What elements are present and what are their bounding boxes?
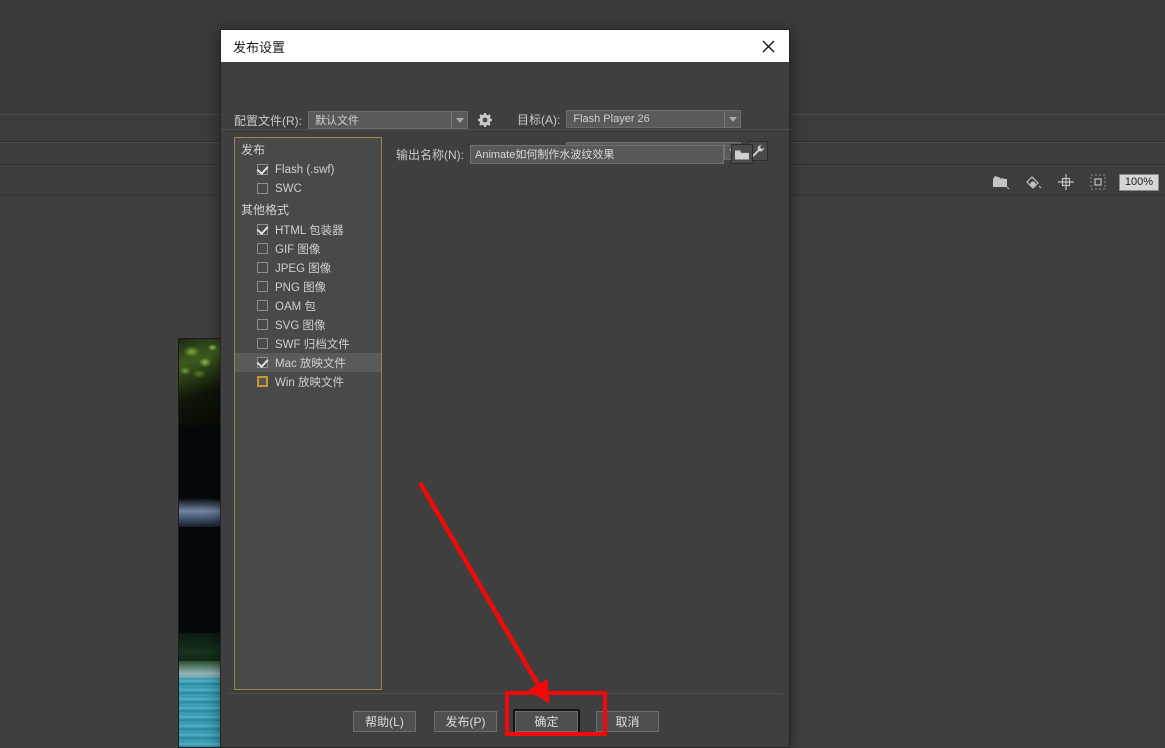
screen: 1 24.00 fps <box>0 0 1165 748</box>
dialog-top-section: 配置文件(R): 默认文件 目标(A): Flash Player 26 <box>221 62 789 124</box>
checkbox-flash-swf[interactable] <box>257 164 268 175</box>
list-item-label: Flash (.swf) <box>275 164 334 176</box>
profile-dropdown[interactable]: 默认文件 <box>308 111 468 129</box>
profile-label: 配置文件(R): <box>234 112 302 129</box>
list-item[interactable]: Win 放映文件 <box>235 372 381 391</box>
format-list-panel: 发布 Flash (.swf) SWC 其他格式 HTML 包装器 <box>234 137 382 690</box>
gear-icon[interactable] <box>475 110 495 130</box>
dialog-footer: 帮助(L) 发布(P) 确定 取消 <box>221 694 791 748</box>
help-button[interactable]: 帮助(L) <box>353 711 416 732</box>
stage-zoom-value[interactable]: 100% <box>1119 174 1159 191</box>
list-item-label: GIF 图像 <box>275 241 320 257</box>
dialog-divider <box>221 129 791 130</box>
publish-button[interactable]: 发布(P) <box>434 711 497 732</box>
list-item-label: PNG 图像 <box>275 279 326 295</box>
format-group-other: 其他格式 HTML 包装器 GIF 图像 JPEG 图像 PNG 图像 <box>235 198 381 391</box>
dialog-title: 发布设置 <box>233 37 755 56</box>
list-item-label: SWC <box>275 183 302 195</box>
list-item[interactable]: PNG 图像 <box>235 277 381 296</box>
checkbox-swc[interactable] <box>257 183 268 194</box>
list-item-label: JPEG 图像 <box>275 260 331 276</box>
profile-value: 默认文件 <box>309 112 451 128</box>
target-label: 目标(A): <box>517 111 560 128</box>
group-title-publish: 发布 <box>235 138 381 160</box>
target-dropdown[interactable]: Flash Player 26 <box>566 110 741 128</box>
artwork-shadow <box>179 425 221 645</box>
list-item[interactable]: JPEG 图像 <box>235 258 381 277</box>
chevron-down-icon[interactable] <box>451 112 467 128</box>
artwork-water-ripples <box>179 678 221 747</box>
checkbox-mac-projector[interactable] <box>257 357 268 368</box>
group-title-other: 其他格式 <box>235 198 381 220</box>
output-name-label: 输出名称(N): <box>396 146 464 163</box>
list-item[interactable]: OAM 包 <box>235 296 381 315</box>
crosshair-icon[interactable] <box>1055 172 1077 192</box>
list-item-label: SVG 图像 <box>275 317 325 333</box>
checkbox-png-image[interactable] <box>257 281 268 292</box>
output-name-input[interactable] <box>470 145 724 164</box>
list-item[interactable]: Flash (.swf) <box>235 160 381 179</box>
list-item[interactable]: SWC <box>235 179 381 198</box>
checkbox-oam-package[interactable] <box>257 300 268 311</box>
paint-bucket-icon[interactable] <box>1023 172 1045 192</box>
stage-toolbar-right-cluster: 100% <box>991 168 1165 196</box>
output-name-row: 输出名称(N): <box>396 144 753 164</box>
checkbox-svg-image[interactable] <box>257 319 268 330</box>
checkbox-jpeg-image[interactable] <box>257 262 268 273</box>
list-item-label: Mac 放映文件 <box>275 355 346 371</box>
list-item[interactable]: GIF 图像 <box>235 239 381 258</box>
close-icon[interactable] <box>755 33 781 59</box>
list-item[interactable]: HTML 包装器 <box>235 220 381 239</box>
target-value: Flash Player 26 <box>567 113 724 125</box>
dialog-title-bar: 发布设置 <box>221 30 789 62</box>
list-item[interactable]: Mac 放映文件 <box>235 353 381 372</box>
list-item-label: Win 放映文件 <box>275 374 344 390</box>
format-group-publish: 发布 Flash (.swf) SWC <box>235 138 381 198</box>
target-row: 目标(A): Flash Player 26 <box>517 110 741 128</box>
checkbox-gif-image[interactable] <box>257 243 268 254</box>
ok-button[interactable]: 确定 <box>515 711 578 732</box>
list-item-label: HTML 包装器 <box>275 222 344 238</box>
checkbox-html-wrapper[interactable] <box>257 224 268 235</box>
checkbox-swf-archive[interactable] <box>257 338 268 349</box>
folder-icon[interactable] <box>731 144 753 164</box>
stage-artwork-thumbnail <box>178 338 222 748</box>
scene-clapperboard-icon[interactable] <box>991 172 1013 192</box>
list-item[interactable]: SWF 归档文件 <box>235 334 381 353</box>
list-item-label: OAM 包 <box>275 298 316 314</box>
cancel-button[interactable]: 取消 <box>596 711 659 732</box>
artwork-water-glow <box>179 498 221 527</box>
profile-row: 配置文件(R): 默认文件 <box>234 110 495 130</box>
list-item-label: SWF 归档文件 <box>275 336 350 352</box>
chevron-down-icon[interactable] <box>724 111 740 127</box>
list-item[interactable]: SVG 图像 <box>235 315 381 334</box>
clip-content-icon[interactable] <box>1087 172 1109 192</box>
publish-settings-dialog: 发布设置 配置文件(R): 默认文件 目标(A): F <box>220 29 790 748</box>
checkbox-win-projector[interactable] <box>257 376 268 387</box>
